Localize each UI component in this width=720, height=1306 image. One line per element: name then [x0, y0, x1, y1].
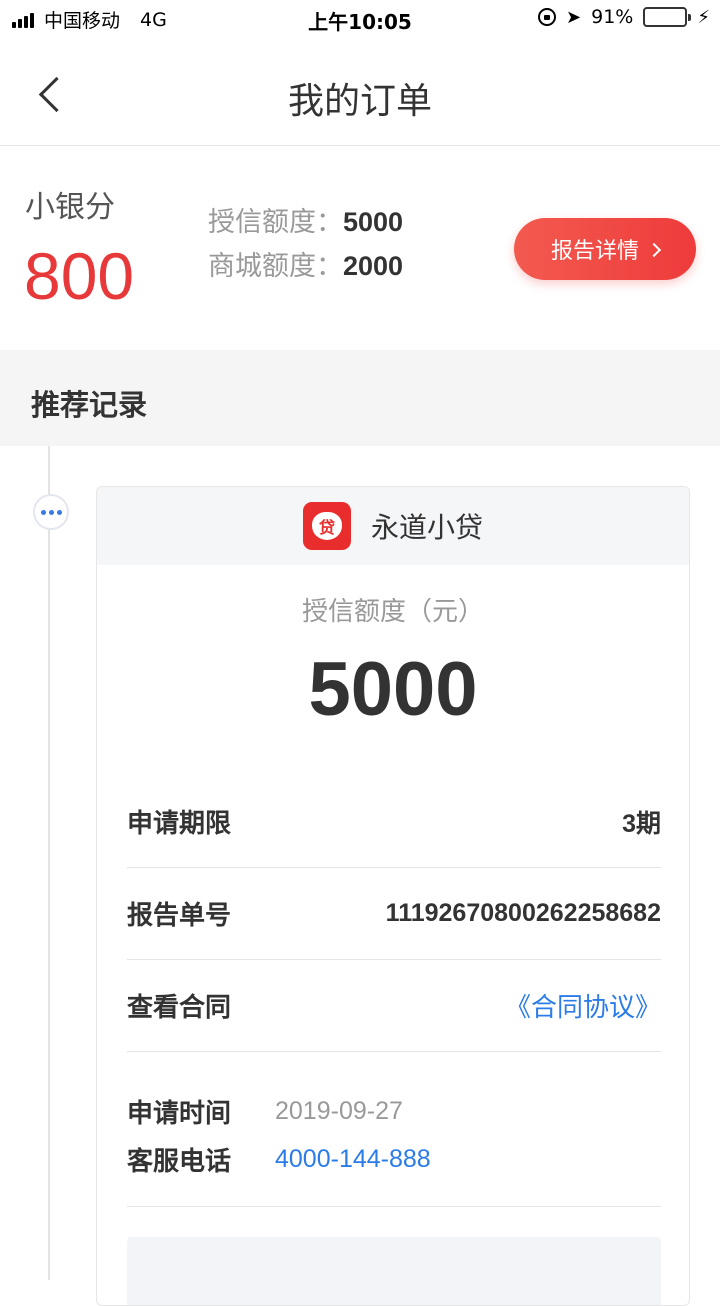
- lender-name: 永道小贷: [370, 511, 483, 544]
- credit-limit-row: 授信额度：5000: [208, 200, 403, 244]
- contract-link[interactable]: 《合同协议》: [505, 987, 661, 1024]
- battery-percent: 91%: [591, 6, 634, 28]
- page-title: 我的订单: [287, 81, 432, 122]
- mall-limit-row: 商城额度：2000: [208, 244, 403, 288]
- notice-box: [127, 1237, 661, 1305]
- report-number-value: 1119267080026225868​2: [385, 899, 661, 927]
- apply-time-value: 2019-09-27: [275, 1096, 403, 1125]
- timeline-more-icon: [33, 494, 69, 530]
- apply-time-row: 申请时间 2019-09-27: [127, 1087, 661, 1135]
- service-phone-link[interactable]: 4000-144-888: [275, 1145, 431, 1174]
- location-arrow-icon: ➤: [566, 6, 582, 28]
- card-header: 贷 永道小贷: [97, 487, 689, 565]
- term-value: 3期: [622, 809, 661, 838]
- service-phone-label: 客服电话: [127, 1146, 232, 1177]
- status-right: ➤ 91% ⚡: [538, 6, 710, 28]
- chevron-right-icon: [646, 242, 662, 258]
- report-details-label: 报告详情: [550, 239, 639, 264]
- score-value: 800: [24, 239, 135, 313]
- charging-bolt-icon: ⚡: [697, 6, 710, 28]
- report-number-label: 报告单号: [127, 901, 232, 931]
- term-row: 申请期限 3期: [127, 776, 661, 868]
- timeline-line: [48, 446, 50, 1280]
- score-section: 小银分 800 授信额度：5000 商城额度：2000 报告详情: [0, 146, 720, 350]
- status-bar: 中国移动 4G 上午10:05 ➤ 91% ⚡: [0, 0, 720, 40]
- battery-icon: [643, 7, 692, 27]
- section-title: 推荐记录: [31, 388, 148, 422]
- service-phone-row: 客服电话 4000-144-888: [127, 1135, 661, 1183]
- lender-logo-glyph: 贷: [311, 512, 342, 540]
- report-number-row: 报告单号 1119267080026225868​2: [127, 868, 661, 960]
- application-info: 申请时间 2019-09-27 客服电话 4000-144-888: [127, 1087, 661, 1207]
- mall-limit-label: 商城额度：: [208, 251, 343, 282]
- mall-limit-value: 2000: [343, 251, 404, 281]
- apply-time-label: 申请时间: [127, 1098, 232, 1129]
- credit-limit-label: 授信额度：: [208, 207, 343, 238]
- credit-amount: 5000: [308, 647, 478, 732]
- credit-caption: 授信额度（元）: [301, 597, 484, 627]
- section-header: 推荐记录: [0, 350, 720, 446]
- contract-label: 查看合同: [127, 993, 232, 1023]
- limits-summary: 授信额度：5000 商城额度：2000: [208, 200, 403, 288]
- lender-logo-icon: 贷: [302, 502, 351, 550]
- credit-limit-value: 5000: [343, 207, 404, 237]
- term-label: 申请期限: [127, 809, 232, 839]
- loan-record-card: 贷 永道小贷 授信额度（元） 5000 申请期限 3期 报告单号 1119267…: [96, 486, 690, 1306]
- contract-row: 查看合同 《合同协议》: [127, 960, 661, 1052]
- score-label: 小银分: [25, 190, 115, 225]
- nav-bar: 我的订单: [0, 40, 720, 146]
- rotation-lock-icon: [538, 8, 557, 26]
- report-details-button[interactable]: 报告详情: [514, 218, 696, 280]
